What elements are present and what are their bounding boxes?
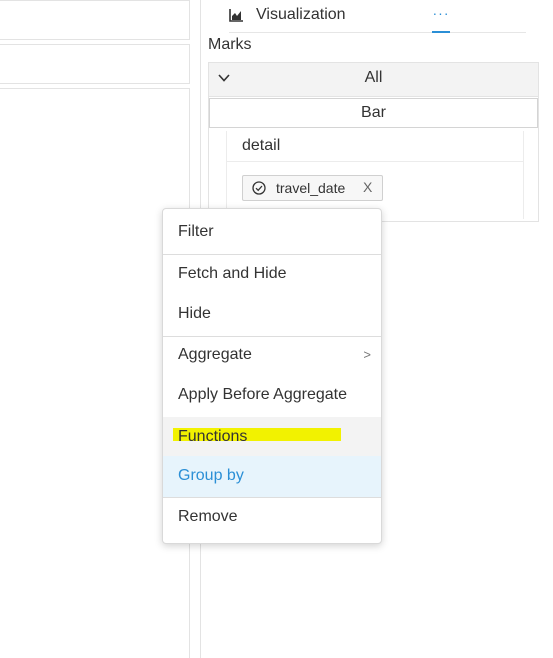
marks-panel: All Bar detail travel_date X [208, 62, 539, 222]
menu-item-group-by[interactable]: Group by [163, 456, 381, 497]
menu-item-fetch-and-hide[interactable]: Fetch and Hide [163, 254, 381, 294]
menu-item-functions[interactable]: Functions [163, 417, 381, 457]
menu-item-remove[interactable]: Remove [163, 497, 381, 537]
menu-item-functions-label: Functions [178, 428, 248, 445]
remove-field-button[interactable]: X [363, 179, 372, 195]
field-chip-label: travel_date [276, 180, 346, 196]
left-panel-box-top [0, 0, 190, 40]
field-chip-travel-date[interactable]: travel_date X [242, 175, 383, 201]
visualization-tab-bar: Visualization ··· [229, 0, 526, 33]
check-circle-icon [252, 181, 266, 195]
detail-label: detail [242, 137, 281, 154]
mark-type-select[interactable]: Bar [209, 98, 538, 128]
marks-label: Marks [208, 36, 252, 53]
menu-item-hide[interactable]: Hide [163, 294, 381, 334]
area-chart-icon [229, 9, 243, 22]
menu-item-apply-before-aggregate[interactable]: Apply Before Aggregate [163, 375, 381, 415]
field-context-menu: Filter Fetch and Hide Hide Aggregate > A… [162, 208, 382, 544]
menu-item-aggregate-label: Aggregate [178, 346, 252, 363]
marks-all-row[interactable]: All [209, 63, 538, 97]
more-tab[interactable]: ··· [432, 3, 450, 33]
detail-shelf: detail travel_date X [226, 131, 524, 219]
page: Visualization ··· Marks All Bar detail t… [0, 0, 553, 658]
marks-all-label: All [364, 69, 383, 86]
menu-item-filter[interactable]: Filter [163, 212, 381, 252]
mark-type-value: Bar [361, 104, 386, 121]
submenu-arrow-icon: > [363, 347, 371, 362]
menu-item-aggregate[interactable]: Aggregate > [163, 335, 381, 375]
visualization-tab[interactable]: Visualization [256, 6, 346, 24]
detail-divider [227, 161, 523, 162]
left-panel-box-middle [0, 44, 190, 84]
